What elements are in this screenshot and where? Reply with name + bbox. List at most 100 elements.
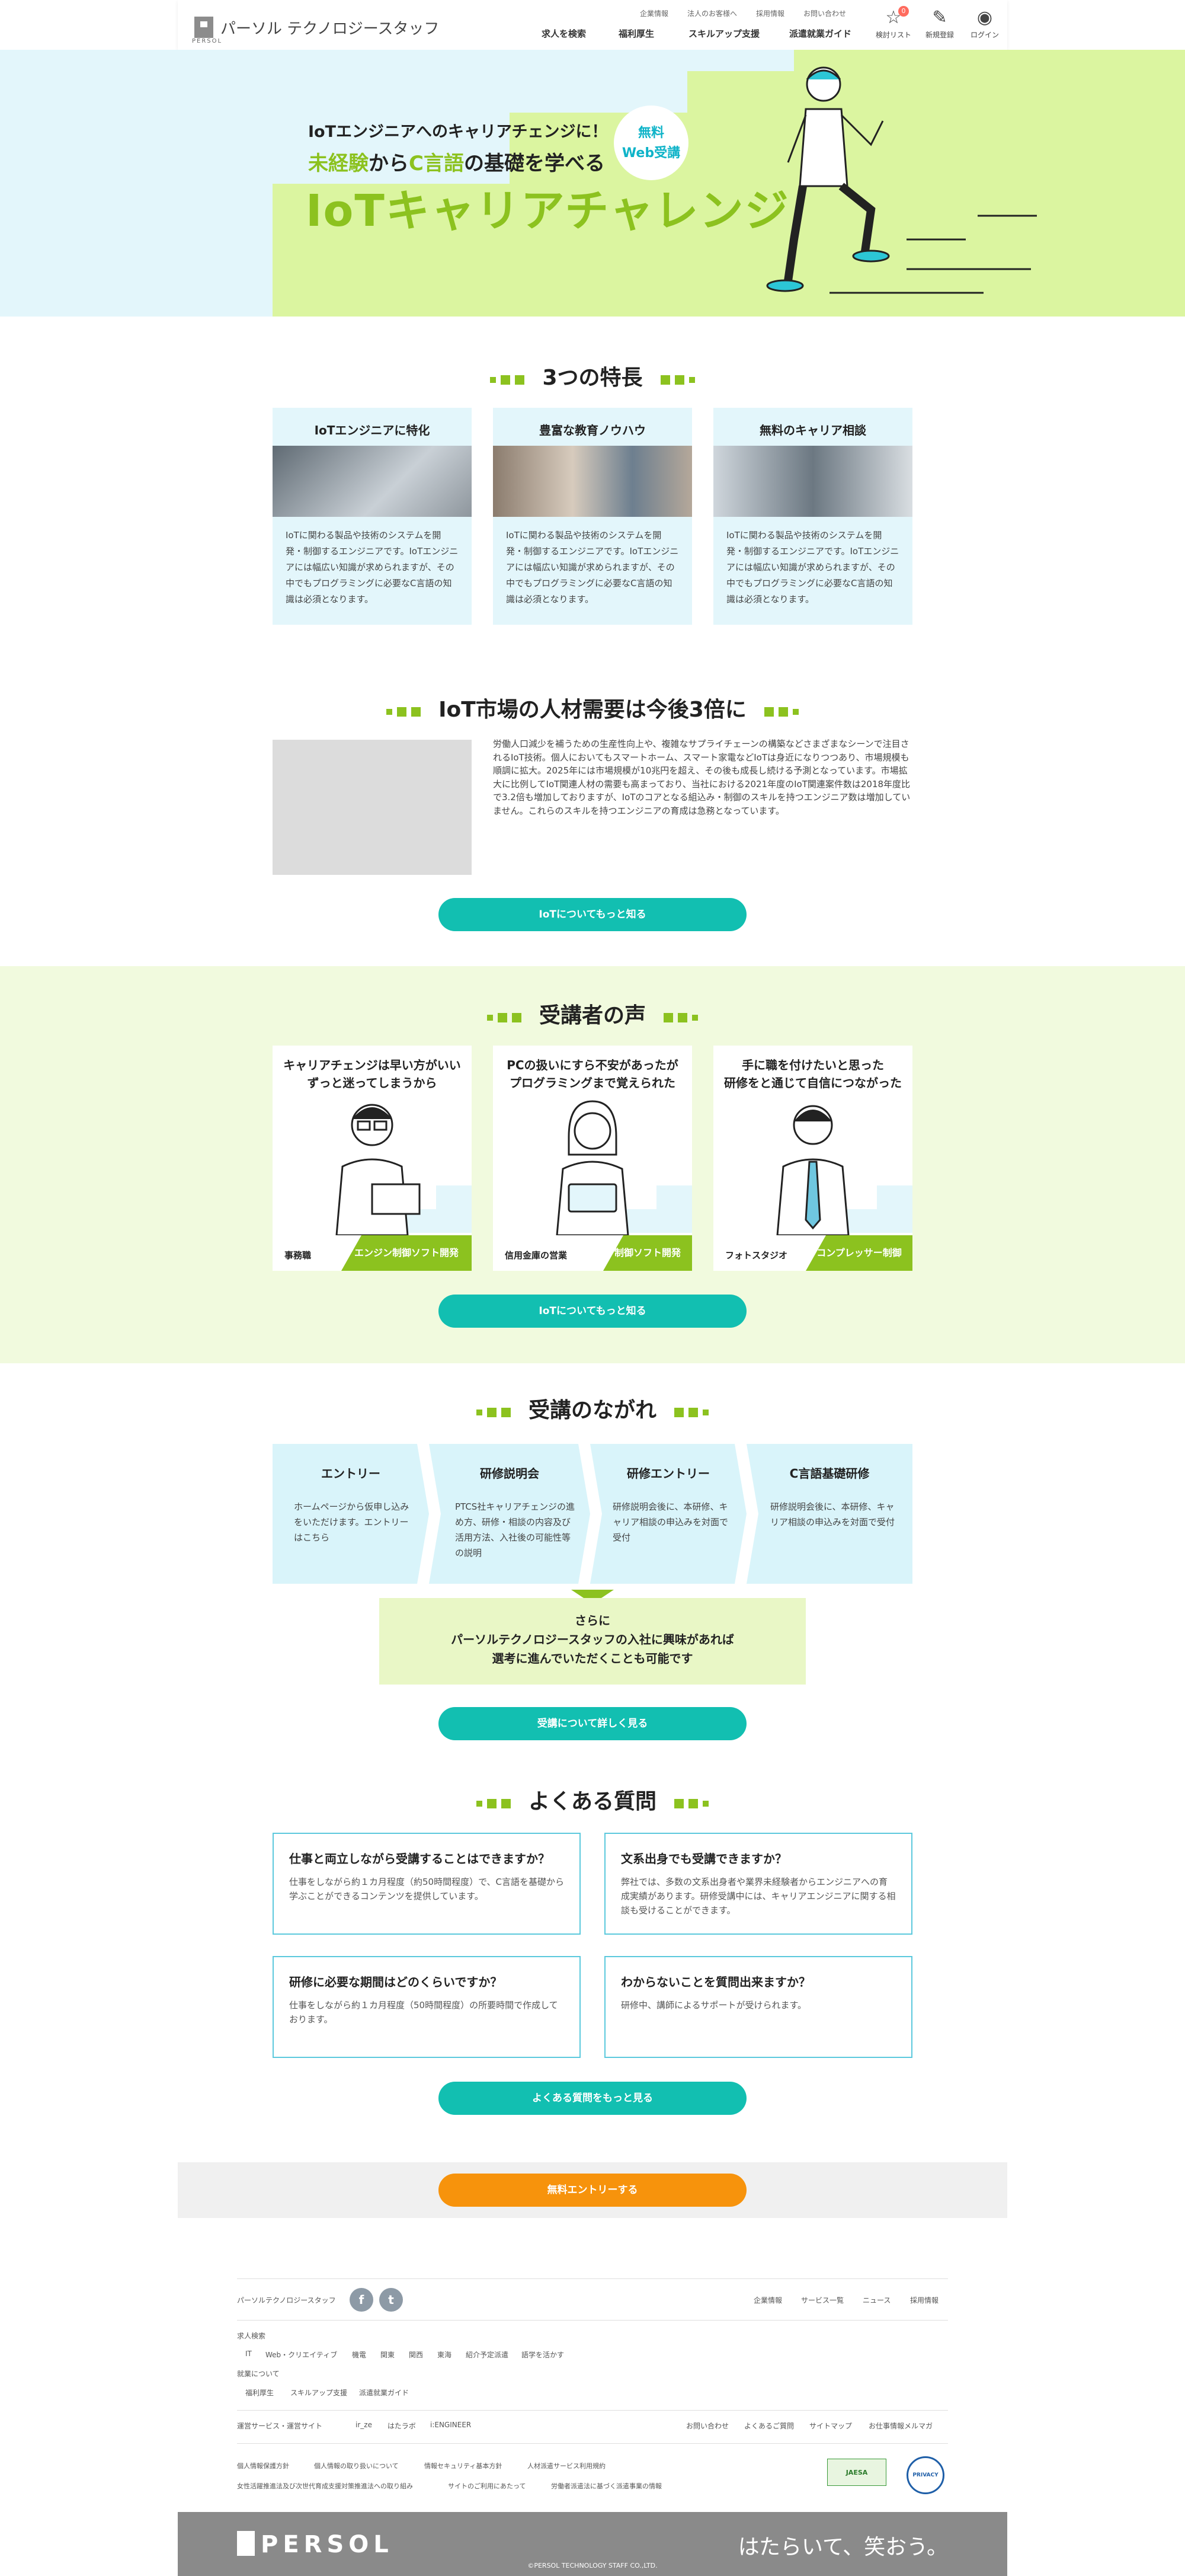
voice-current-job-tag: エンジン制御ソフト開発 bbox=[341, 1235, 472, 1271]
flow-step-text: PTCS社キャリアチェンジの進め方、研修・相談の内容及び活用方法、入社後の可能性… bbox=[455, 1501, 575, 1558]
footer-legal-link[interactable]: 人材派遣サービス利用規約 bbox=[527, 2461, 606, 2470]
badge-line: 無料 bbox=[638, 126, 664, 140]
free-entry-button[interactable]: 無料エントリーする bbox=[438, 2174, 747, 2207]
hero-subtitle-part: 未経験 bbox=[308, 152, 369, 175]
register-label: 新規登録 bbox=[925, 31, 954, 39]
voice-previous-job: フォトスタジオ bbox=[725, 1250, 788, 1261]
login-button[interactable]: ◉ ログイン bbox=[967, 6, 1003, 40]
market-section-title: IoT市場の人材需要は今後3倍に bbox=[0, 692, 1185, 723]
flow-step-text[interactable]: ホームページから仮申し込みをいただけます。エントリーはこちら bbox=[273, 1481, 429, 1545]
features-title-text: 3つの特長 bbox=[542, 366, 643, 390]
footer-related-link[interactable]: ir_ze bbox=[356, 2421, 372, 2429]
footer-work-link[interactable]: 福利厚生 bbox=[245, 2388, 274, 2398]
feature-card: 豊富な教育ノウハウ IoTに関わる製品や技術のシステムを開発・制御するエンジニア… bbox=[493, 408, 692, 625]
flow-step: エントリー ホームページから仮申し込みをいただけます。エントリーはこちら bbox=[273, 1444, 429, 1584]
faq-item[interactable]: 研修に必要な期間はどのくらいですか？ 仕事をしながら約１カ月程度（50時間程度）… bbox=[273, 1956, 581, 2058]
faq-answer: 仕事をしながら約１カ月程度（約50時間程度）で、C言語を基礎から学ぶことができる… bbox=[289, 1877, 564, 1901]
woman-with-laptop-illustration bbox=[556, 1100, 629, 1235]
voice-title: PCの扱いにすら不安があったが プログラミングまで覚えられた bbox=[493, 1046, 692, 1095]
favorites-button[interactable]: ☆ 0 検討リスト bbox=[876, 6, 911, 40]
util-link-recruit[interactable]: 採用情報 bbox=[756, 8, 784, 18]
faq-answer: 研修中、講師によるサポートが受けられます。 bbox=[621, 2000, 807, 2011]
persol-logo-icon[interactable] bbox=[194, 17, 213, 38]
twitter-icon[interactable]: t bbox=[379, 2288, 403, 2312]
footer-top-link[interactable]: ニュース bbox=[863, 2295, 891, 2305]
title-decoration bbox=[672, 1791, 711, 1815]
faq-item[interactable]: 仕事と両立しながら受講することはできますか？ 仕事をしながら約１カ月程度（約50… bbox=[273, 1833, 581, 1935]
footer-right-link[interactable]: お仕事情報メルマガ bbox=[869, 2421, 933, 2431]
footer-top-link[interactable]: 企業情報 bbox=[754, 2295, 782, 2305]
site-logo[interactable]: パーソル テクノロジースタッフ bbox=[220, 17, 439, 39]
footer-work-link[interactable]: スキルアップ支援 bbox=[290, 2388, 347, 2398]
faq-question: 文系出身でも受講できますか？ bbox=[621, 1852, 787, 1866]
footer-search-link[interactable]: 紹介予定派遣 bbox=[466, 2350, 508, 2360]
footer-search-link[interactable]: 東海 bbox=[437, 2350, 451, 2360]
nav-benefits[interactable]: 福利厚生 bbox=[619, 27, 654, 40]
faq-item[interactable]: 文系出身でも受講できますか？ 弊社では、多数の文系出身者や業界未経験者からエンジ… bbox=[604, 1833, 912, 1935]
hero-subtitle-part: C言語 bbox=[409, 152, 464, 175]
site-header: PERSOL パーソル テクノロジースタッフ 企業情報 法人のお客様へ 採用情報… bbox=[178, 0, 1007, 50]
voice-title-line: 研修をと通じて自信につながった bbox=[724, 1076, 902, 1090]
feature-text: IoTに関わる製品や技術のシステムを開発・制御するエンジニアです。IoTエンジニ… bbox=[286, 530, 459, 605]
market-image-placeholder bbox=[273, 740, 472, 875]
faq-section-title: よくある質問 bbox=[0, 1784, 1185, 1815]
util-link-company[interactable]: 企業情報 bbox=[640, 8, 668, 18]
footer-search-link[interactable]: Web・クリエイティブ bbox=[265, 2350, 337, 2360]
footer-legal-link[interactable]: 情報セキュリティ基本方針 bbox=[424, 2461, 502, 2470]
faq-question: 研修に必要な期間はどのくらいですか？ bbox=[289, 1975, 502, 1989]
hero-title: IoTキャリアチャレンジ bbox=[306, 186, 790, 236]
footer-search-link[interactable]: 関東 bbox=[380, 2350, 395, 2360]
footer-search-link[interactable]: 語学を活かす bbox=[521, 2350, 564, 2360]
voices-section-title: 受講者の声 bbox=[0, 998, 1185, 1029]
util-link-contact[interactable]: お問い合わせ bbox=[803, 8, 846, 18]
iot-more-button[interactable]: IoTについてもっと知る bbox=[438, 898, 747, 931]
faq-answer: 弊社では、多数の文系出身者や業界未経験者からエンジニアへの育成実績があります。研… bbox=[621, 1877, 896, 1916]
faq-answer: 仕事をしながら約１カ月程度（50時間程度）の所要時間で作成しております。 bbox=[289, 2000, 558, 2025]
footer-divider bbox=[237, 2320, 948, 2321]
flow-section-title: 受講のながれ bbox=[0, 1393, 1185, 1424]
footer-top-link[interactable]: サービス一覧 bbox=[801, 2295, 844, 2305]
util-link-corporate[interactable]: 法人のお客様へ bbox=[687, 8, 737, 18]
faq-item[interactable]: わからないことを質問出来ますか？ 研修中、講師によるサポートが受けられます。 bbox=[604, 1956, 912, 2058]
feature-card: 無料のキャリア相談 IoTに関わる製品や技術のシステムを開発・制御するエンジニア… bbox=[713, 408, 912, 625]
hero-subtitle: 未経験からC言語の基礎を学べる bbox=[308, 147, 605, 176]
footer-heading-search: 求人検索 bbox=[237, 2332, 266, 2340]
feature-photo-office bbox=[273, 446, 472, 517]
logo-subtext: PERSOL bbox=[192, 38, 223, 44]
nav-job-search[interactable]: 求人を検索 bbox=[542, 27, 586, 40]
footer-right-link[interactable]: よくあるご質問 bbox=[744, 2421, 794, 2431]
flow-step-title: C言語基礎研修 bbox=[789, 1466, 870, 1481]
footer-search-link[interactable]: 関西 bbox=[409, 2350, 423, 2360]
nav-guide[interactable]: 派遣就業ガイド bbox=[789, 27, 851, 40]
flow-more-box: さらに パーソルテクノロジースタッフの入社に興味があれば 選考に進んでいただくこ… bbox=[379, 1598, 806, 1685]
feature-photo-people bbox=[493, 446, 692, 517]
footer-legal-link[interactable]: 個人情報保護方針 bbox=[237, 2461, 289, 2470]
footer-legal-link[interactable]: 労働者派遣法に基づく派遣事業の情報 bbox=[551, 2481, 662, 2491]
footer-legal-link[interactable]: 個人情報の取り扱いについて bbox=[314, 2461, 399, 2470]
footer-right-link[interactable]: お問い合わせ bbox=[686, 2421, 729, 2431]
nav-skillup[interactable]: スキルアップ支援 bbox=[688, 27, 760, 40]
faq-title-text: よくある質問 bbox=[528, 1789, 656, 1814]
facebook-icon[interactable]: f bbox=[350, 2288, 373, 2312]
footer-related-link[interactable]: i:ENGINEER bbox=[430, 2421, 471, 2429]
footer-right-link[interactable]: サイトマップ bbox=[809, 2421, 852, 2431]
iot-more-button-2[interactable]: IoTについてもっと知る bbox=[438, 1295, 747, 1328]
footer-heading-related: 運営サービス・運営サイト bbox=[237, 2422, 323, 2430]
faq-more-button[interactable]: よくある質問をもっと見る bbox=[438, 2082, 747, 2115]
footer-search-link[interactable]: IT bbox=[245, 2350, 252, 2358]
edit-icon: ✎ bbox=[932, 7, 947, 28]
footer-top-link[interactable]: 採用情報 bbox=[910, 2295, 939, 2305]
course-detail-button[interactable]: 受講について詳しく見る bbox=[438, 1707, 747, 1740]
footer-brand[interactable]: パーソルテクノロジースタッフ bbox=[237, 2295, 336, 2305]
voice-title-line: PCの扱いにすら不安があったが bbox=[507, 1058, 678, 1072]
title-decoration bbox=[485, 1005, 524, 1029]
footer-legal-link[interactable]: サイトのご利用にあたって bbox=[448, 2481, 526, 2491]
badge-line: Web受講 bbox=[622, 146, 681, 161]
footer-search-link[interactable]: 機電 bbox=[352, 2350, 366, 2360]
footer-work-link[interactable]: 派遣就業ガイド bbox=[359, 2388, 409, 2398]
voice-card: PCの扱いにすら不安があったが プログラミングまで覚えられた 信用金庫の営業 制御… bbox=[493, 1046, 692, 1271]
register-button[interactable]: ✎ 新規登録 bbox=[922, 6, 957, 40]
faq-question: 仕事と両立しながら受講することはできますか？ bbox=[289, 1852, 550, 1866]
footer-related-link[interactable]: はたラボ bbox=[387, 2421, 416, 2431]
footer-legal-link[interactable]: 女性活躍推進法及び次世代育成支援対策推進法への取り組み bbox=[237, 2481, 413, 2491]
